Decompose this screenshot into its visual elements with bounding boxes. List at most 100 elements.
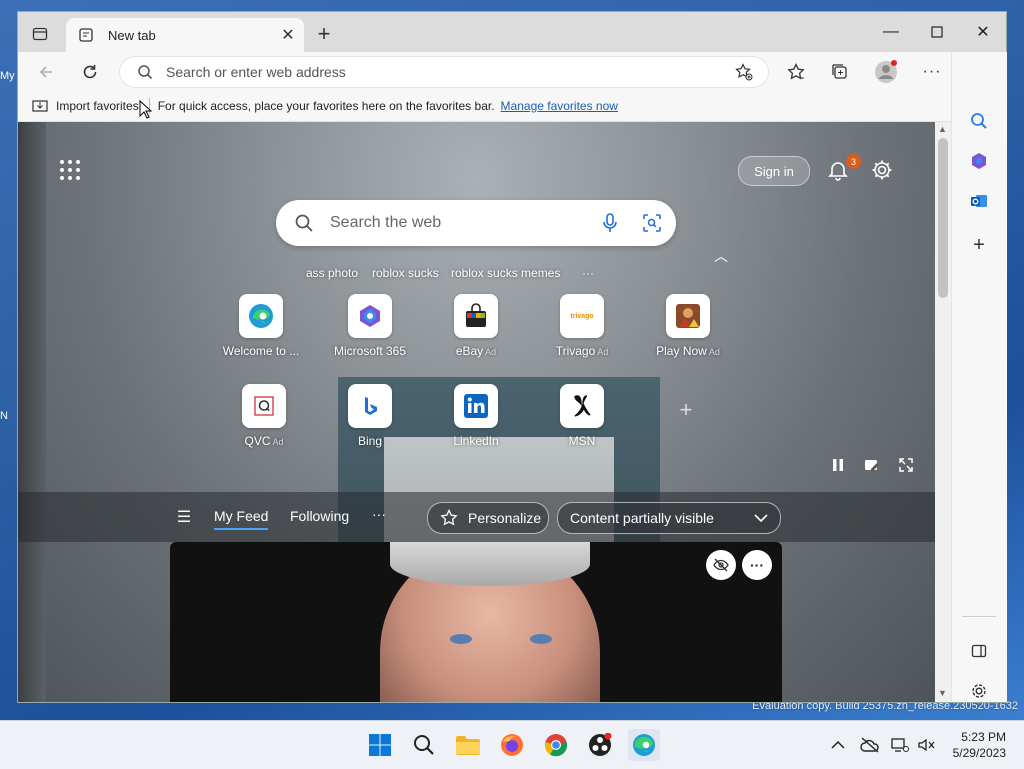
news-card[interactable]: ··· (170, 542, 782, 702)
visual-search-button[interactable] (634, 205, 670, 241)
folder-icon (456, 736, 480, 755)
favorites-bar: Import favorites For quick access, place… (18, 90, 1006, 122)
quick-link-trivago[interactable]: trivago Trivago Ad (536, 294, 628, 358)
visual-search-icon (643, 214, 661, 232)
file-explorer-button[interactable] (452, 729, 484, 761)
search-icon (971, 113, 987, 129)
edge-taskbar-button[interactable] (628, 729, 660, 761)
edge-sidebar: + (951, 52, 1007, 702)
image-edit-icon (865, 460, 879, 471)
hide-sidebar-button[interactable] (964, 636, 994, 666)
add-shortcut-button[interactable]: + (674, 397, 698, 422)
address-bar[interactable]: Search or enter web address (120, 57, 768, 87)
collections-button[interactable] (824, 56, 856, 88)
hide-story-button[interactable] (706, 550, 736, 580)
trending-search-link[interactable]: roblox sucks (372, 266, 439, 280)
quick-link-bing[interactable]: Bing (324, 384, 416, 448)
page-settings-button[interactable] (868, 156, 896, 184)
quick-link-welcome[interactable]: Welcome to ... (215, 294, 307, 358)
profile-avatar-icon (875, 60, 897, 83)
desktop-icon[interactable]: My (0, 70, 18, 82)
collapse-chevron-icon[interactable]: ︿ (714, 246, 728, 266)
trending-search-link[interactable]: ass photo (306, 266, 358, 280)
import-favorites-button[interactable]: Import favorites (32, 99, 139, 113)
tab-following[interactable]: Following (290, 508, 349, 524)
fullscreen-background-button[interactable] (896, 455, 916, 475)
scrollbar-thumb[interactable] (938, 138, 948, 298)
volume-button[interactable] (910, 729, 942, 761)
back-button[interactable] (30, 56, 62, 88)
taskbar-search-button[interactable] (408, 729, 440, 761)
search-icon (294, 213, 314, 233)
manage-favorites-link[interactable]: Manage favorites now (501, 99, 618, 113)
start-button[interactable] (364, 729, 396, 761)
navigation-toolbar: Search or enter web address ··· (18, 52, 1006, 90)
sidebar-m365-button[interactable] (964, 146, 994, 176)
onedrive-button[interactable] (854, 729, 886, 761)
system-clock[interactable]: 5:23 PM 5/29/2023 (944, 729, 1006, 761)
sidebar-search-button[interactable] (964, 106, 994, 136)
show-hidden-icons-button[interactable] (822, 729, 854, 761)
outlook-icon (971, 195, 987, 207)
firefox-button[interactable] (496, 729, 528, 761)
tab-my-feed[interactable]: My Feed (214, 508, 269, 530)
scroll-down-arrow-icon[interactable]: ▼ (938, 688, 947, 698)
content-visibility-dropdown[interactable]: Content partially visible (557, 502, 781, 534)
profile-button[interactable] (870, 56, 902, 88)
quick-link-label: Microsoft 365 (333, 344, 407, 358)
edge-browser-window: New tab ✕ + — ✕ Search or enter web addr… (18, 12, 1007, 702)
sign-in-button[interactable]: Sign in (738, 156, 810, 186)
sidebar-outlook-button[interactable] (964, 186, 994, 216)
quick-link-msn[interactable]: MSN (536, 384, 628, 448)
new-tab-button[interactable]: + (312, 21, 336, 46)
news-card-image-hair (390, 542, 590, 586)
refresh-button[interactable] (74, 56, 106, 88)
feed-menu-icon[interactable]: ☰ (174, 507, 194, 527)
settings-more-button[interactable]: ··· (916, 56, 948, 88)
obs-button[interactable] (584, 729, 616, 761)
personalize-label: Personalize (468, 510, 542, 526)
desktop-icon[interactable]: N (0, 410, 18, 422)
close-window-button[interactable]: ✕ (960, 12, 1006, 52)
personalize-star-icon (440, 509, 458, 526)
favorites-button[interactable] (780, 56, 812, 88)
qvc-icon (242, 384, 286, 428)
story-more-button[interactable]: ··· (742, 550, 772, 580)
address-placeholder: Search or enter web address (166, 64, 346, 80)
tab-new-tab[interactable]: New tab ✕ (66, 18, 304, 52)
clock-time: 5:23 PM (961, 730, 1006, 744)
app-launcher-button[interactable] (58, 158, 82, 182)
maximize-button[interactable] (914, 12, 960, 52)
add-favorite-icon[interactable] (732, 60, 756, 84)
chrome-button[interactable] (540, 729, 572, 761)
tab-bar: New tab ✕ + — ✕ (18, 12, 1006, 52)
quick-link-qvc[interactable]: QVC Ad (218, 384, 310, 448)
quick-link-label: Welcome to ... (222, 344, 300, 358)
quick-link-microsoft-365[interactable]: Microsoft 365 (324, 294, 416, 358)
tab-actions-button[interactable] (26, 20, 54, 48)
quick-link-play-now[interactable]: Play Now Ad (642, 294, 734, 358)
sidebar-add-button[interactable]: + (964, 230, 994, 260)
trending-search-link[interactable]: roblox sucks memes (451, 266, 560, 280)
web-search-box[interactable]: Search the web (276, 200, 676, 246)
new-tab-page: Sign in 3 Search the web ass photo roblo… (18, 122, 935, 702)
page-scrollbar[interactable]: ▲ ▼ (935, 122, 951, 702)
ad-label: Ad (597, 347, 609, 357)
firefox-icon (501, 734, 523, 756)
minimize-button[interactable]: — (868, 12, 914, 52)
sidebar-panel-icon (971, 644, 987, 658)
news-card-image-eye (450, 634, 472, 644)
quick-link-linkedin[interactable]: LinkedIn (430, 384, 522, 448)
trending-more-button[interactable]: ··· (582, 266, 594, 280)
personalize-button[interactable]: Personalize (427, 502, 549, 534)
feed-more-button[interactable]: ··· (372, 506, 386, 522)
quick-link-label: Play Now (656, 344, 707, 358)
sidebar-settings-button[interactable] (964, 676, 994, 706)
pause-background-button[interactable] (828, 455, 848, 475)
close-tab-icon[interactable]: ✕ (276, 23, 300, 47)
quick-link-ebay[interactable]: eBay Ad (430, 294, 522, 358)
voice-search-button[interactable] (592, 205, 628, 241)
background-tower (18, 122, 46, 702)
scroll-up-arrow-icon[interactable]: ▲ (938, 124, 947, 134)
edit-background-button[interactable] (862, 455, 882, 475)
